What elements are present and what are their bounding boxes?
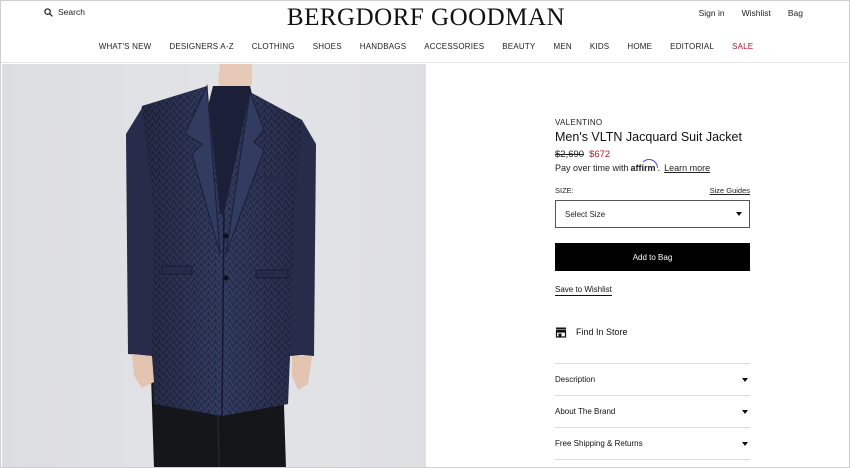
nav-item-shoes[interactable]: SHOES (313, 42, 342, 51)
site-header: Search BERGDORF GOODMAN Sign in Wishlist… (1, 1, 849, 63)
page-frame: Search BERGDORF GOODMAN Sign in Wishlist… (0, 0, 850, 468)
accordion-description[interactable]: Description (555, 364, 750, 396)
add-to-bag-button[interactable]: Add to Bag (555, 243, 750, 271)
size-select-value: Select Size (565, 209, 606, 219)
product-image[interactable] (2, 64, 426, 467)
affirm-suffix: . (657, 163, 661, 173)
chevron-down-icon (736, 212, 742, 216)
nav-item-designers[interactable]: DESIGNERS A-Z (169, 42, 233, 51)
accordion-shipping-returns-label: Free Shipping & Returns (555, 439, 643, 448)
product-title: Men's VLTN Jacquard Suit Jacket (555, 130, 742, 144)
product-brand[interactable]: VALENTINO (555, 118, 750, 127)
sale-price: $672 (589, 149, 611, 160)
store-icon (555, 327, 567, 338)
size-guides-link[interactable]: Size Guides (710, 186, 750, 195)
find-in-store-button[interactable]: Find In Store (555, 326, 750, 338)
account-links: Sign in Wishlist Bag (699, 8, 803, 18)
affirm-prefix: Pay over time with (555, 163, 629, 173)
nav-item-editorial[interactable]: EDITORIAL (670, 42, 714, 51)
chevron-down-icon (742, 409, 748, 414)
nav-item-beauty[interactable]: BEAUTY (502, 42, 535, 51)
nav-item-handbags[interactable]: HANDBAGS (360, 42, 407, 51)
model-photo (126, 64, 316, 467)
wishlist-link[interactable]: Wishlist (742, 8, 771, 18)
size-row: SIZE: Size Guides (555, 186, 750, 195)
affirm-learn-more-link[interactable]: Learn more (664, 163, 710, 173)
product-price: $2,690 $672 (555, 149, 750, 160)
size-label: SIZE: (555, 186, 574, 195)
accordion-description-label: Description (555, 375, 596, 384)
chevron-down-icon (742, 441, 748, 446)
find-in-store-label: Find In Store (576, 327, 628, 337)
affirm-logo: affirm (630, 159, 658, 173)
affirm-financing: Pay over time with affirm. Learn more (555, 159, 750, 173)
product-accordion: Description About The Brand Free Shippin… (555, 363, 750, 460)
nav-item-kids[interactable]: KIDS (590, 42, 609, 51)
original-price: $2,690 (555, 149, 585, 160)
nav-item-whats-new[interactable]: WHAT'S NEW (99, 42, 152, 51)
size-select[interactable]: Select Size (555, 200, 750, 228)
nav-item-sale[interactable]: SALE (732, 42, 753, 51)
accordion-about-brand[interactable]: About The Brand (555, 396, 750, 428)
chevron-down-icon (742, 377, 748, 382)
bag-link[interactable]: Bag (788, 8, 803, 18)
nav-item-home[interactable]: HOME (627, 42, 652, 51)
save-to-wishlist-link[interactable]: Save to Wishlist (555, 285, 612, 296)
product-info: VALENTINO Men's VLTN Jacquard Suit Jacke… (555, 118, 750, 460)
accordion-about-brand-label: About The Brand (555, 407, 616, 416)
nav-item-accessories[interactable]: ACCESSORIES (424, 42, 484, 51)
nav-item-clothing[interactable]: CLOTHING (252, 42, 295, 51)
sign-in-link[interactable]: Sign in (699, 8, 725, 18)
accordion-shipping-returns[interactable]: Free Shipping & Returns (555, 428, 750, 460)
main-nav: WHAT'S NEW DESIGNERS A-Z CLOTHING SHOES … (1, 42, 849, 51)
nav-item-men[interactable]: MEN (553, 42, 571, 51)
